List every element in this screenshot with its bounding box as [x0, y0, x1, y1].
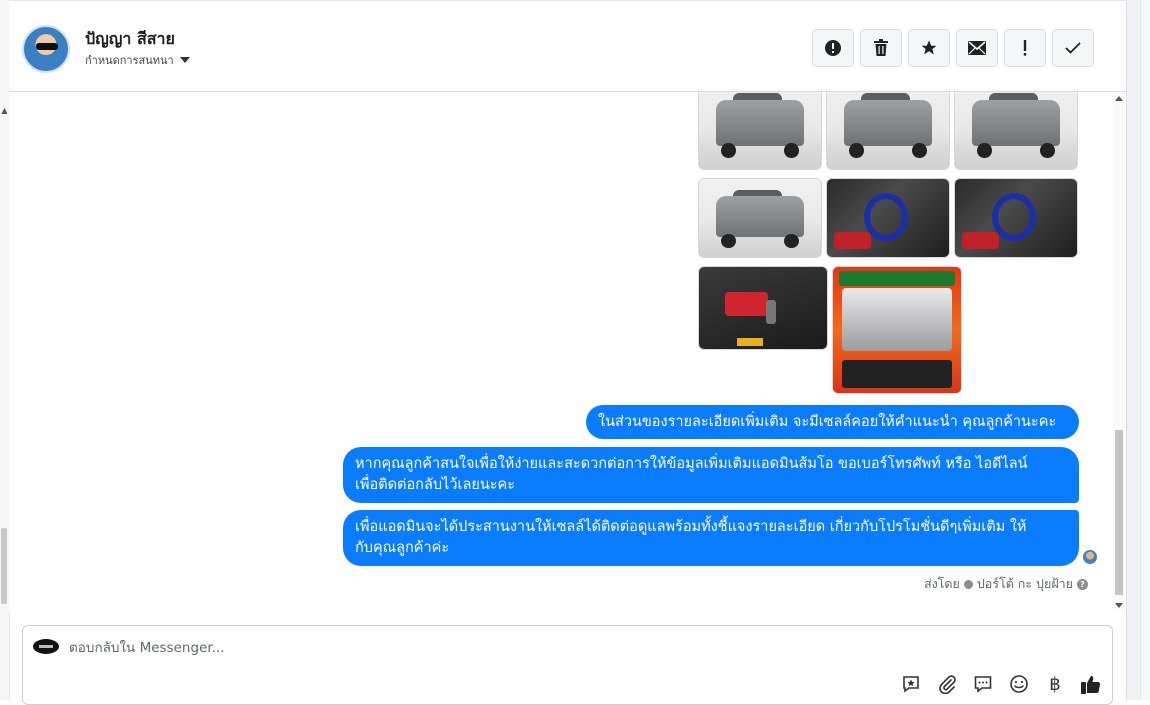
baht-icon: ฿: [1049, 673, 1061, 695]
scroll-up-arrow-icon[interactable]: ▲: [0, 106, 9, 115]
conversation-scrollbar[interactable]: [1113, 92, 1125, 612]
conversation-header: ปัญญา สีสาย กำหนดการสนทนา: [9, 0, 1126, 92]
scroll-up-icon[interactable]: [1115, 96, 1123, 101]
message-text: เพื่อแอดมินจะได้ประสานงานให้เซลล์ได้ติดต…: [355, 519, 1027, 535]
car-photo[interactable]: [698, 92, 822, 170]
mark-spam-button[interactable]: [812, 29, 854, 67]
sent-by-name[interactable]: ปอร์โต้ กะ ปุยฝ้าย: [977, 574, 1073, 594]
alert-circle-icon: [825, 40, 841, 56]
paperclip-icon: [939, 675, 956, 694]
star-icon: [921, 40, 937, 55]
emoji-icon: [1010, 675, 1028, 693]
car-photo[interactable]: [826, 178, 950, 258]
message-text: เพื่อติดต่อกลับไว้เลยนะคะ: [355, 477, 516, 493]
like-button[interactable]: [1080, 673, 1102, 695]
thumbs-up-icon: [1081, 676, 1101, 694]
assign-conversation-dropdown[interactable]: กำหนดการสนทนา: [85, 51, 190, 69]
emoji-button[interactable]: [1008, 673, 1030, 695]
car-photo[interactable]: [954, 178, 1078, 258]
car-photo[interactable]: [954, 92, 1078, 170]
car-photo[interactable]: [698, 178, 822, 258]
saved-reply-icon: [903, 676, 919, 693]
mark-unread-button[interactable]: [956, 29, 998, 67]
message-text: ในส่วนของรายละเอียดเพิ่มเติม จะมีเซลล์คอ…: [598, 413, 1057, 430]
right-side-panel: [1126, 0, 1150, 700]
envelope-icon: [968, 41, 986, 55]
left-scrollbar-thumb[interactable]: [1, 528, 7, 604]
delete-button[interactable]: [860, 29, 902, 67]
car-promo-poster[interactable]: [832, 266, 962, 394]
check-icon: [1065, 42, 1081, 54]
contact-avatar[interactable]: [22, 25, 70, 73]
header-actions: [812, 29, 1094, 67]
scrollbar-thumb[interactable]: [1115, 430, 1123, 595]
saved-reply-button[interactable]: [900, 673, 922, 695]
page-logo: [33, 639, 59, 654]
message-text: หากคุณลูกค้าสนใจเพื่อให้ง่ายและสะดวกต่อก…: [355, 456, 1028, 472]
payment-button[interactable]: ฿: [1044, 673, 1066, 695]
seen-avatar: [1083, 550, 1097, 564]
contact-name[interactable]: ปัญญา สีสาย: [85, 27, 175, 52]
car-photo[interactable]: [826, 92, 950, 170]
message-text: กับคุณลูกค้าค่ะ: [355, 540, 450, 556]
attach-file-button[interactable]: [936, 673, 958, 695]
star-button[interactable]: [908, 29, 950, 67]
assign-label: กำหนดการสนทนา: [85, 54, 174, 67]
trash-icon: [874, 39, 888, 56]
reply-composer: ฿: [22, 625, 1113, 705]
reply-input[interactable]: [69, 638, 669, 658]
sent-by-prefix: ส่งโดย: [923, 576, 960, 591]
verified-icon: [963, 579, 973, 589]
follow-up-button[interactable]: [1004, 29, 1046, 67]
quick-reply-button[interactable]: [972, 673, 994, 695]
message-bubble[interactable]: เพื่อแอดมินจะได้ประสานงานให้เซลล์ได้ติดต…: [343, 510, 1079, 566]
message-bubble[interactable]: หากคุณลูกค้าสนใจเพื่อให้ง่ายและสะดวกต่อก…: [343, 447, 1079, 503]
scroll-down-icon[interactable]: [1115, 603, 1123, 608]
car-photo[interactable]: [698, 266, 828, 350]
conversation-thread: ในส่วนของรายละเอียดเพิ่มเติม จะมีเซลล์คอ…: [9, 92, 1126, 612]
exclamation-icon: [1023, 40, 1027, 56]
help-icon[interactable]: ?: [1077, 578, 1088, 590]
sent-by-info: ส่งโดย ปอร์โต้ กะ ปุยฝ้าย ?: [924, 574, 1088, 594]
chat-bubble-icon: [974, 676, 992, 693]
message-bubble[interactable]: ในส่วนของรายละเอียดเพิ่มเติม จะมีเซลล์คอ…: [586, 405, 1079, 439]
caret-down-icon: [179, 57, 190, 63]
composer-tools: ฿: [900, 673, 1102, 695]
mark-done-button[interactable]: [1052, 29, 1094, 67]
